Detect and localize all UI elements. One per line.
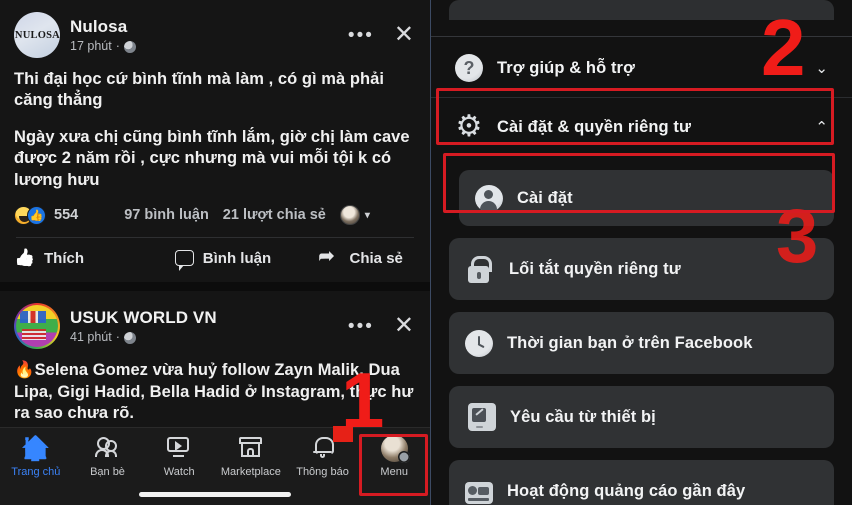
- avatar[interactable]: [14, 303, 60, 350]
- clock-icon: [465, 329, 493, 357]
- comment-icon: [174, 250, 194, 272]
- chevron-down-icon[interactable]: ▾: [365, 210, 370, 221]
- post-author-block: Nulosa 17 phút ·: [70, 17, 344, 53]
- menu-label-time-on-facebook: Thời gian bạn ở trên Facebook: [507, 333, 753, 352]
- menu-panel: ? Trợ giúp & hỗ trợ ⌄ Cài đặt & quyền ri…: [430, 0, 852, 505]
- help-icon: ?: [455, 54, 483, 82]
- lock-icon: [467, 255, 495, 283]
- nav-label-notifications: Thông báo: [296, 466, 349, 478]
- post-header: NULOSA Nulosa 17 phút · ••• ✕: [14, 0, 416, 58]
- ads-icon: [465, 481, 493, 504]
- post-meta: 17 phút ·: [70, 39, 344, 53]
- menu-label-recent-ad-activity: Hoạt động quảng cáo gần đây: [507, 481, 746, 500]
- news-feed: NULOSA Nulosa 17 phút · ••• ✕ Thi đại họ…: [0, 0, 430, 505]
- chevron-up-icon[interactable]: ⌃: [815, 120, 828, 135]
- comment-count[interactable]: 97 bình luận: [124, 207, 209, 223]
- post-text-1: Thi đại học cứ bình tĩnh mà làm , có gì …: [14, 70, 385, 110]
- annotation-number-1: 1: [341, 356, 385, 444]
- menu-label-settings-privacy: Cài đặt & quyền riêng tư: [497, 117, 692, 136]
- watch-icon: [164, 434, 194, 462]
- person-icon: [475, 184, 503, 212]
- nav-label-home: Trang chủ: [11, 466, 61, 478]
- chevron-down-icon[interactable]: ⌄: [815, 61, 828, 76]
- screenshot-root: NULOSA Nulosa 17 phút · ••• ✕ Thi đại họ…: [0, 0, 852, 505]
- menu-card-time-on-facebook[interactable]: Thời gian bạn ở trên Facebook: [449, 312, 834, 374]
- ellipsis-icon[interactable]: •••: [344, 317, 378, 336]
- like-label: Thích: [44, 249, 84, 267]
- menu-label-settings: Cài đặt: [517, 188, 573, 207]
- thumbs-up-icon: [14, 248, 35, 268]
- close-icon[interactable]: ✕: [392, 23, 416, 47]
- post-author-name[interactable]: USUK WORLD VN: [70, 308, 344, 328]
- post-meta: 41 phút ·: [70, 330, 344, 345]
- reaction-count[interactable]: 554: [54, 207, 78, 223]
- divider: [16, 237, 414, 239]
- post-actions: Thích Bình luận Chia sẻ: [14, 245, 416, 280]
- annotation-number-2: 2: [761, 3, 806, 92]
- post-text-2: Ngày xưa chị cũng bình tĩnh lắm, giờ chị…: [14, 127, 410, 189]
- menu-label-privacy-shortcuts: Lối tắt quyền riêng tư: [509, 259, 681, 278]
- post-stats: 554 97 bình luận 21 lượt chia sẻ ▾: [14, 205, 416, 226]
- friends-icon: [93, 434, 123, 462]
- menu-label-help-support: Trợ giúp & hỗ trợ: [497, 58, 635, 77]
- avatar-label: NULOSA: [14, 29, 60, 41]
- nav-item-friends[interactable]: Bạn bè: [72, 434, 144, 478]
- avatar-image: [16, 305, 58, 348]
- marketplace-icon: [236, 434, 266, 462]
- avatar[interactable]: NULOSA: [14, 12, 60, 58]
- close-icon[interactable]: ✕: [392, 314, 416, 338]
- globe-icon: [123, 41, 136, 53]
- gear-icon: [455, 113, 483, 141]
- like-button[interactable]: Thích: [14, 248, 175, 268]
- menu-label-device-requests: Yêu cầu từ thiết bị: [510, 407, 656, 426]
- sharer-avatar: [339, 205, 360, 226]
- share-label: Chia sẻ: [349, 249, 403, 267]
- separator-dot: ·: [115, 39, 120, 53]
- post-header: USUK WORLD VN 41 phút · ••• ✕: [14, 291, 416, 350]
- menu-card-device-requests[interactable]: Yêu cầu từ thiết bị: [449, 386, 834, 448]
- menu-card-recent-ad-activity[interactable]: Hoạt động quảng cáo gần đây: [449, 460, 834, 505]
- globe-icon: [123, 332, 136, 345]
- post-author-name[interactable]: Nulosa: [70, 17, 344, 37]
- menu-row-settings-privacy[interactable]: Cài đặt & quyền riêng tư ⌃: [441, 98, 842, 156]
- comment-button[interactable]: Bình luận: [174, 249, 320, 272]
- reaction-icons[interactable]: [14, 205, 46, 225]
- separator-dot: ·: [115, 330, 120, 345]
- nav-label-watch: Watch: [163, 466, 195, 478]
- nav-item-home[interactable]: Trang chủ: [0, 434, 72, 478]
- post-card: NULOSA Nulosa 17 phút · ••• ✕ Thi đại họ…: [0, 0, 430, 280]
- share-icon: [319, 245, 341, 268]
- post-timestamp: 17 phút: [70, 39, 112, 53]
- comment-label: Bình luận: [202, 249, 272, 267]
- annotation-number-3: 3: [776, 194, 819, 279]
- post-timestamp: 41 phút: [70, 330, 112, 345]
- nav-label-marketplace: Marketplace: [220, 466, 281, 478]
- ellipsis-icon[interactable]: •••: [344, 26, 378, 45]
- like-icon: [27, 205, 46, 225]
- nav-label-menu: Menu: [380, 466, 408, 478]
- nav-item-marketplace[interactable]: Marketplace: [215, 434, 287, 478]
- share-count[interactable]: 21 lượt chia sẻ: [223, 207, 326, 223]
- home-indicator: [139, 492, 291, 497]
- share-button[interactable]: Chia sẻ: [319, 245, 416, 268]
- post-author-block: USUK WORLD VN 41 phút ·: [70, 308, 344, 345]
- home-icon: [21, 434, 51, 462]
- feed-separator: [0, 282, 430, 292]
- nav-item-watch[interactable]: Watch: [143, 434, 215, 478]
- nav-label-friends: Bạn bè: [90, 466, 125, 478]
- device-icon: [468, 403, 496, 431]
